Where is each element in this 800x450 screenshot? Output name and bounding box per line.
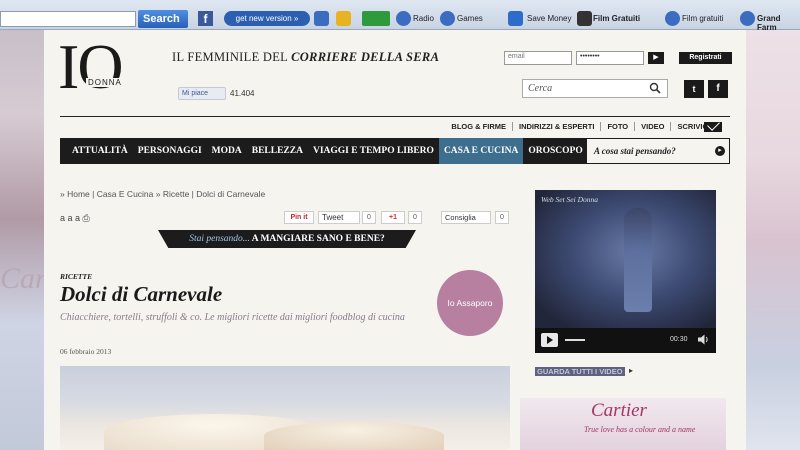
video-progress-bar[interactable] — [565, 339, 585, 341]
film-gratuiti-link[interactable]: Film Gratuiti — [593, 14, 640, 23]
radio-link[interactable]: Radio — [413, 14, 434, 23]
secondary-nav: BLOG & FIRME INDIRIZZI & ESPERTI FOTO VI… — [445, 122, 716, 131]
breadcrumb[interactable]: » Home | Casa E Cucina » Ricette | Dolci… — [60, 189, 265, 199]
nav-item-viaggi[interactable]: VIAGGI E TEMPO LIBERO — [308, 138, 439, 164]
facebook-like-button[interactable]: Mi piace — [178, 87, 226, 100]
film-gratuiti-icon[interactable] — [665, 11, 680, 26]
film-gratuiti-link-2[interactable]: Film gratuiti — [682, 14, 723, 23]
google-plus-count: 0 — [408, 211, 422, 224]
google-plus-button[interactable]: +1 — [381, 211, 405, 224]
video-time: 00:30 — [670, 336, 688, 343]
nav-ask-field[interactable]: A cosa stai pensando? — [586, 138, 730, 164]
toolbar-facebook-icon[interactable]: f — [198, 11, 213, 26]
video-title: Web Set Sei Donna — [541, 195, 599, 204]
facebook-icon[interactable]: f — [708, 80, 728, 98]
video-controls — [535, 328, 716, 353]
search-icon[interactable] — [649, 82, 661, 94]
all-videos-link[interactable]: GUARDA TUTTI I VIDEO — [535, 367, 625, 376]
promo-banner[interactable]: Stai pensando... A MANGIARE SANO E BENE? — [158, 230, 416, 248]
secondary-nav-video[interactable]: VIDEO — [634, 122, 670, 131]
brazil-flag-icon[interactable] — [362, 11, 390, 26]
ad-brand: Cartier — [591, 400, 647, 421]
games-link[interactable]: Games — [457, 14, 483, 23]
search-input[interactable]: Cerca — [522, 79, 668, 98]
games-icon[interactable] — [440, 11, 455, 26]
article-title: Dolci di Carnevale — [60, 282, 223, 306]
lock-icon[interactable] — [314, 11, 329, 26]
background-left — [0, 30, 44, 450]
nav-item-bellezza[interactable]: BELLEZZA — [247, 138, 308, 164]
toolbar-search-input[interactable] — [0, 11, 136, 27]
toolbar-search-button[interactable]: Search » — [138, 10, 188, 43]
mail-icon[interactable] — [704, 122, 722, 132]
logo[interactable]: IO — [58, 35, 124, 99]
ad-slogan: True love has a colour and a name — [584, 425, 696, 434]
chevron-right-icon[interactable]: ▸ — [629, 366, 633, 375]
nav-item-personaggi[interactable]: PERSONAGGI — [133, 138, 207, 164]
twitter-icon[interactable]: t — [684, 80, 704, 98]
header-divider — [60, 116, 730, 117]
login-button[interactable]: ▶ — [648, 52, 664, 64]
tagline: IL FEMMINILE DEL CORRIERE DELLA SERA — [172, 50, 439, 65]
text-size-tools[interactable]: a a a ⎙ — [60, 213, 90, 224]
nav-item-attualita[interactable]: ATTUALITÀ — [60, 138, 133, 164]
pinterest-button[interactable]: Pin it — [284, 211, 314, 224]
article-category[interactable]: RICETTE — [60, 272, 92, 281]
tweet-count: 0 — [362, 211, 376, 224]
hero-image-detail-2 — [264, 422, 444, 450]
nav-item-oroscopo[interactable]: OROSCOPO — [523, 138, 587, 164]
banner-answer: A MANGIARE SANO E BENE? — [249, 234, 385, 244]
get-new-version-button[interactable]: get new version » — [224, 11, 310, 26]
secondary-nav-foto[interactable]: FOTO — [600, 122, 634, 131]
register-button[interactable]: Registrati — [679, 52, 732, 64]
tagline-prefix: IL FEMMINILE DEL — [172, 50, 292, 64]
volume-icon[interactable] — [698, 334, 710, 345]
facebook-recommend-count: 0 — [495, 211, 509, 224]
password-field[interactable]: •••••••• — [576, 51, 644, 65]
nav-item-casa-e-cucina[interactable]: CASA E CUCINA — [438, 138, 524, 164]
play-icon[interactable] — [541, 333, 558, 347]
background-partial-text: Car — [0, 262, 47, 295]
facebook-recommend-button[interactable]: Consiglia — [441, 211, 491, 224]
grand-farm-icon[interactable] — [740, 11, 755, 26]
logo-subtitle: DONNA — [86, 78, 124, 87]
browser-toolbar: Search » f get new version » Radio Games… — [0, 0, 800, 43]
nav-item-moda[interactable]: MODA — [207, 138, 247, 164]
save-money-icon[interactable] — [508, 11, 523, 26]
article-date: 06 febbraio 2013 — [60, 347, 112, 356]
email-field[interactable]: email — [504, 51, 572, 65]
toolbar-app-icon[interactable] — [336, 11, 351, 26]
background-right — [746, 30, 800, 450]
radio-icon[interactable] — [396, 11, 411, 26]
tagline-brand: CORRIERE DELLA SERA — [291, 50, 440, 64]
secondary-nav-indirizzi[interactable]: INDIRIZZI & ESPERTI — [512, 122, 600, 131]
tweet-button[interactable]: Tweet — [318, 211, 360, 224]
article-subtitle: Chiacchiere, tortelli, struffoli & co. L… — [60, 312, 405, 323]
film-icon[interactable] — [577, 11, 592, 26]
io-assaporo-badge[interactable]: Io Assaporo — [437, 270, 503, 336]
like-count: 41.404 — [230, 89, 255, 98]
video-figure — [624, 208, 652, 312]
banner-question: Stai pensando... — [189, 234, 250, 244]
secondary-nav-blog[interactable]: BLOG & FIRME — [445, 122, 512, 131]
nav-ask-arrow-icon[interactable]: ▸ — [715, 146, 725, 156]
save-money-link[interactable]: Save Money — [527, 14, 571, 23]
page-container: IO DONNA IL FEMMINILE DEL CORRIERE DELLA… — [44, 30, 746, 450]
